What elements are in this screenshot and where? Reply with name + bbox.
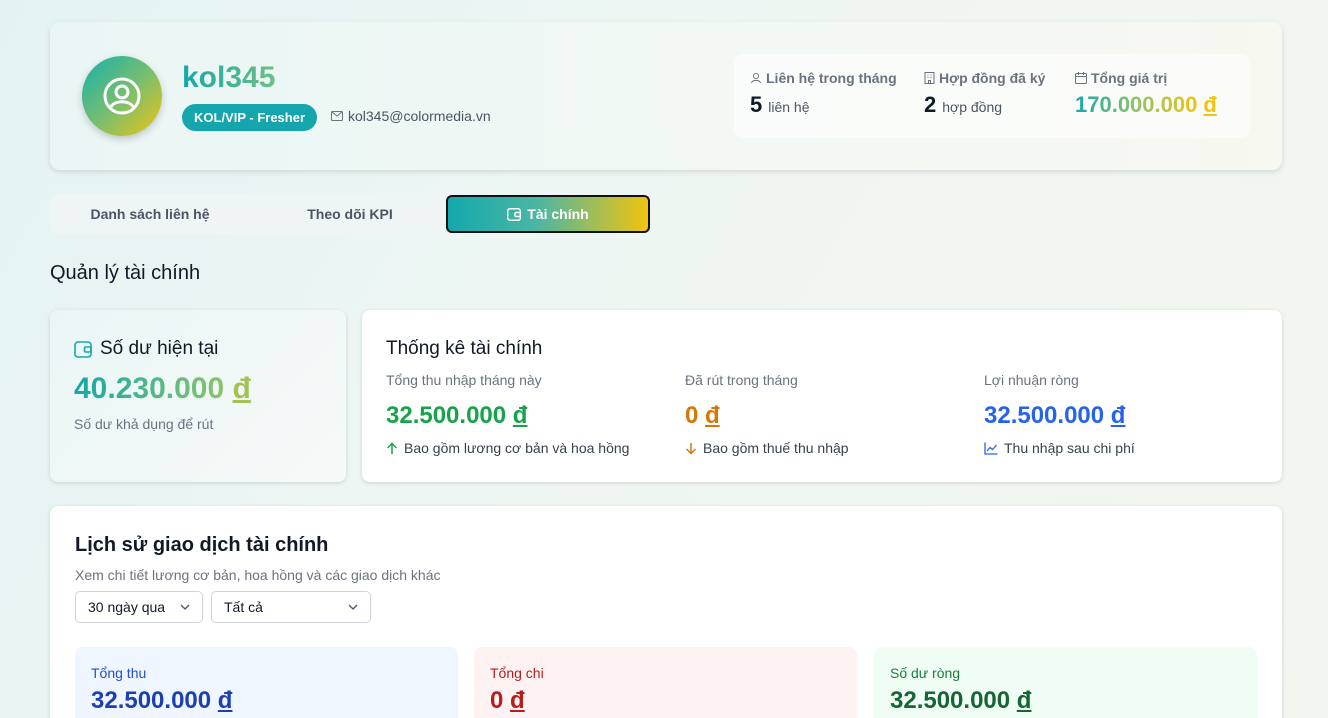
stat-label: Hợp đồng đã ký <box>939 70 1046 86</box>
summary-label: Tổng chi <box>490 665 544 681</box>
currency-symbol: đ <box>1203 92 1217 117</box>
summary-amount: 32.500.000 đ <box>91 687 232 715</box>
profile-username: kol345 <box>182 61 276 94</box>
email-text: kol345@colormedia.vn <box>348 108 491 124</box>
amount-value: 32.500.000 <box>386 402 507 429</box>
profile-card: kol345 KOL/VIP - Fresher kol345@colormed… <box>50 22 1282 170</box>
calendar-icon <box>1075 72 1087 84</box>
stat-withdrawn: Đã rút trong tháng 0 đ Bao gồm thuế thu … <box>685 372 849 456</box>
tab-bar: Danh sách liên hệ Theo dõi KPI Tài chính <box>50 194 650 234</box>
role-badge: KOL/VIP - Fresher <box>182 104 318 131</box>
stat-value: 5 <box>750 92 763 117</box>
transaction-history-card: Lịch sử giao dịch tài chính Xem chi tiết… <box>50 506 1282 718</box>
summary-total-income: Tổng thu 32.500.000 đ <box>75 647 458 718</box>
history-subtitle: Xem chi tiết lương cơ bản, hoa hồng và c… <box>75 567 441 583</box>
stat-contacts: Liên hệ trong tháng 5 liên hệ <box>750 70 897 118</box>
currency-symbol: đ <box>512 402 528 429</box>
tab-kpi-tracking[interactable]: Theo dõi KPI <box>250 194 450 234</box>
stat-label: Lợi nhuận ròng <box>984 372 1079 388</box>
type-select[interactable]: Tất cả <box>211 591 371 623</box>
summary-amount: 32.500.000 đ <box>890 687 1031 715</box>
period-select[interactable]: 30 ngày qua <box>75 591 203 623</box>
amount-value: 32.500.000 <box>890 687 1011 714</box>
stat-amount: 32.500.000 đ <box>386 402 629 430</box>
amount-value: 0 <box>685 402 699 429</box>
financial-stats-card: Thống kê tài chính Tổng thu nhập tháng n… <box>362 310 1282 482</box>
mail-icon <box>331 111 343 121</box>
arrow-up-icon <box>386 441 398 454</box>
stat-label: Đã rút trong tháng <box>685 372 798 388</box>
currency-symbol: đ <box>705 402 720 429</box>
balance-amount: 40.230.000 đ <box>74 372 251 406</box>
stat-monthly-income: Tổng thu nhập tháng này 32.500.000 đ Bao… <box>386 372 629 456</box>
stat-contracts: Hợp đồng đã ký 2 hợp đồng <box>924 70 1045 118</box>
balance-title: Số dư hiện tại <box>100 338 219 359</box>
stat-unit: liên hệ <box>768 99 810 115</box>
balance-value: 40.230.000 <box>74 372 225 405</box>
wallet-icon <box>507 207 522 221</box>
summary-net-balance: Số dư ròng 32.500.000 đ <box>874 647 1257 718</box>
stat-value: 170.000.000 <box>1075 92 1198 117</box>
user-circle-icon <box>103 77 141 115</box>
amount-value: 0 <box>490 687 504 714</box>
select-value: 30 ngày qua <box>88 599 166 615</box>
summary-label: Số dư ròng <box>890 665 961 681</box>
stat-note: Thu nhập sau chi phí <box>1004 440 1135 456</box>
building-icon <box>924 72 935 84</box>
stat-note: Bao gồm thuế thu nhập <box>703 440 849 456</box>
stat-total-value: Tổng giá trị 170.000.000 đ <box>1075 70 1217 118</box>
currency-symbol: đ <box>217 687 233 714</box>
currency-symbol: đ <box>510 687 525 714</box>
stat-amount: 0 đ <box>685 402 849 430</box>
stat-value: 2 <box>924 92 937 117</box>
amount-value: 32.500.000 <box>91 687 212 714</box>
trend-chart-icon <box>984 442 998 455</box>
chevron-down-icon <box>180 604 190 610</box>
balance-subtitle: Số dư khả dụng để rút <box>74 416 214 432</box>
select-value: Tất cả <box>224 599 263 615</box>
stat-amount: 32.500.000 đ <box>984 402 1135 430</box>
stat-label: Liên hệ trong tháng <box>766 70 897 86</box>
current-balance-card: Số dư hiện tại 40.230.000 đ Số dư khả dụ… <box>50 310 346 482</box>
stat-unit: hợp đồng <box>942 99 1003 115</box>
profile-email: kol345@colormedia.vn <box>331 108 491 124</box>
avatar <box>82 56 162 136</box>
history-title: Lịch sử giao dịch tài chính <box>75 534 329 556</box>
section-title: Quản lý tài chính <box>50 262 201 284</box>
summary-total-expense: Tổng chi 0 đ <box>474 647 857 718</box>
currency-symbol: đ <box>1110 402 1126 429</box>
chevron-down-icon <box>348 604 358 610</box>
user-icon <box>751 73 761 84</box>
tab-contact-list[interactable]: Danh sách liên hệ <box>50 194 250 234</box>
currency-symbol: đ <box>232 372 251 405</box>
stat-label: Tổng thu nhập tháng này <box>386 372 542 388</box>
profile-stats: Liên hệ trong tháng 5 liên hệ Hợp đồng đ… <box>734 54 1250 138</box>
financial-stats-title: Thống kê tài chính <box>386 338 543 359</box>
stat-label: Tổng giá trị <box>1091 70 1168 86</box>
amount-value: 32.500.000 <box>984 402 1105 429</box>
summary-amount: 0 đ <box>490 687 525 715</box>
wallet-icon <box>74 340 92 358</box>
currency-symbol: đ <box>1016 687 1032 714</box>
tab-finance[interactable]: Tài chính <box>446 195 650 233</box>
summary-label: Tổng thu <box>91 665 147 681</box>
stat-note: Bao gồm lương cơ bản và hoa hồng <box>404 440 630 456</box>
tab-label: Tài chính <box>527 206 589 222</box>
arrow-down-icon <box>685 442 697 455</box>
stat-net-profit: Lợi nhuận ròng 32.500.000 đ Thu nhập sau… <box>984 372 1135 456</box>
